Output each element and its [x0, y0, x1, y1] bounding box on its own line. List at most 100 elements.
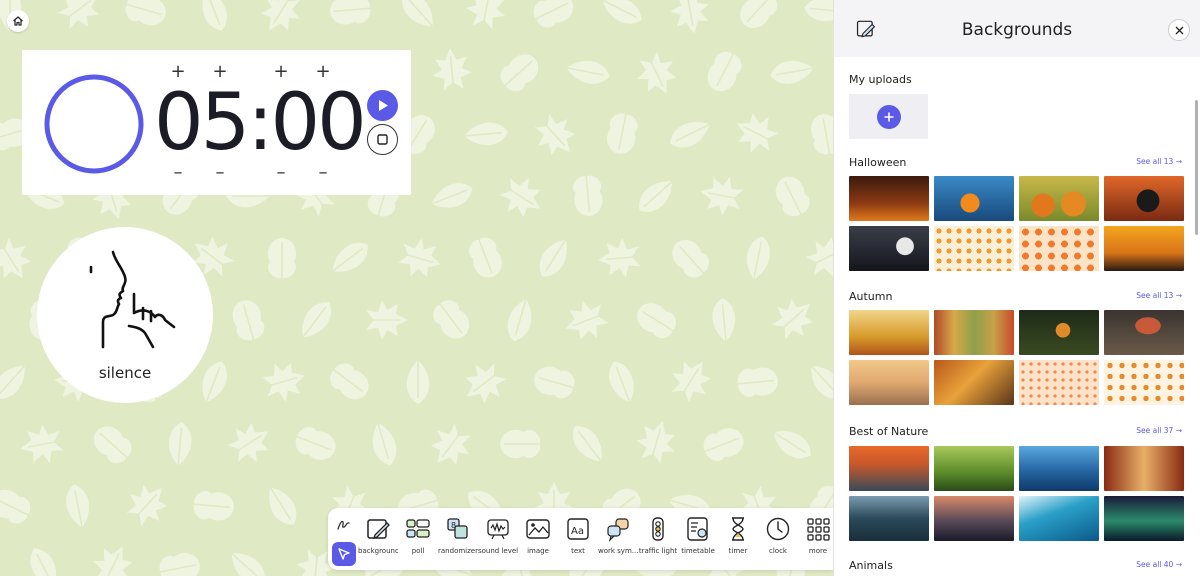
timer-display: 05:00: [154, 78, 367, 168]
select-tool-button[interactable]: [332, 542, 356, 566]
timer-seconds: 00: [270, 78, 367, 168]
timer-separator: :: [247, 78, 273, 168]
see-all-autumn-link[interactable]: See all 13 →: [1136, 291, 1182, 300]
toolbar-label: image: [527, 547, 549, 555]
toolbar-label: work sym...: [598, 547, 638, 555]
thumbnail-halloween-pumpkins-night[interactable]: [849, 176, 929, 221]
thumbnail-nature-fjord[interactable]: [849, 496, 929, 541]
minutes-tens-minus-button[interactable]: –: [170, 164, 186, 182]
toolbar-label: poll: [411, 547, 425, 555]
thumbnail-autumn-lake[interactable]: [849, 360, 929, 405]
thumbnail-halloween-pumpkin-pattern[interactable]: [934, 226, 1014, 271]
toolbar-label: randomizer: [438, 547, 478, 555]
thumbnail-autumn-leaf-dark[interactable]: [1019, 310, 1099, 355]
draw-button[interactable]: [332, 512, 356, 536]
thumbnail-autumn-umbrella-pattern[interactable]: [1104, 360, 1184, 405]
toolbar-traffic-light-button[interactable]: traffic light: [638, 516, 678, 555]
stop-icon: [377, 134, 388, 145]
toolbar-timer-button[interactable]: timer: [718, 516, 758, 555]
see-all-label: See all 37: [1136, 426, 1174, 435]
see-all-label: See all 13: [1136, 291, 1174, 300]
thumbnail-nature-wave[interactable]: [1019, 496, 1099, 541]
nature-grid: [849, 446, 1184, 541]
text-icon: Aa: [567, 518, 589, 540]
arrow-right-icon: →: [1175, 560, 1182, 569]
thumbnail-autumn-mushroom[interactable]: [1104, 310, 1184, 355]
thumbnail-halloween-witch[interactable]: [1104, 176, 1184, 221]
toolbar-sound-level-button[interactable]: sound level: [478, 516, 518, 555]
poll-icon: [406, 519, 430, 538]
upload-background-button[interactable]: [849, 94, 928, 139]
home-icon: [13, 16, 23, 26]
panel-scrollbar[interactable]: [1195, 100, 1198, 235]
toolbar-background-button[interactable]: background: [358, 516, 398, 555]
section-title-halloween: Halloween: [849, 156, 907, 169]
thumbnail-nature-blue-mountains[interactable]: [1019, 446, 1099, 491]
thumbnail-nature-mountain-sunset[interactable]: [849, 446, 929, 491]
toolbar-more-button[interactable]: more: [798, 516, 833, 555]
thumbnail-autumn-golden[interactable]: [849, 310, 929, 355]
thumbnail-nature-aurora[interactable]: [1104, 496, 1184, 541]
thumbnail-autumn-leaf-pattern[interactable]: [1019, 360, 1099, 405]
section-title-autumn: Autumn: [849, 290, 893, 303]
seconds-tens-minus-button[interactable]: –: [273, 164, 289, 182]
traffic-light-icon: [652, 517, 664, 541]
minutes-ones-minus-button[interactable]: –: [212, 164, 228, 182]
timer-progress-ring: [44, 74, 144, 174]
thumbnail-halloween-pumpkin-pattern-2[interactable]: [1019, 226, 1099, 271]
toolbar-text-button[interactable]: Aa text: [558, 516, 598, 555]
toolbar-clock-button[interactable]: clock: [758, 516, 798, 555]
toolbar-work-symbols-button[interactable]: work sym...: [598, 516, 638, 555]
see-all-animals-link[interactable]: See all 40 →: [1136, 560, 1182, 569]
see-all-nature-link[interactable]: See all 37 →: [1136, 426, 1182, 435]
seconds-ones-minus-button[interactable]: –: [315, 164, 331, 182]
autumn-grid: [849, 310, 1184, 405]
thumbnail-halloween-pumpkin-blue[interactable]: [934, 176, 1014, 221]
thumbnail-autumn-maple[interactable]: [934, 360, 1014, 405]
arrow-right-icon: →: [1175, 426, 1182, 435]
toolbar-label: text: [571, 547, 585, 555]
home-button[interactable]: [7, 10, 29, 32]
toolbar-timetable-button[interactable]: timetable: [678, 516, 718, 555]
toolbar-poll-button[interactable]: poll: [398, 516, 438, 555]
silence-label: silence: [98, 364, 152, 382]
arrow-right-icon: →: [1175, 291, 1182, 300]
timer-widget[interactable]: + + + + 05:00 – – – –: [22, 50, 411, 195]
toolbar-label: sound level: [478, 547, 518, 555]
stop-button[interactable]: [367, 124, 398, 155]
toolbar-randomizer-button[interactable]: 8 randomizer: [438, 516, 478, 555]
close-panel-button[interactable]: [1168, 19, 1190, 41]
svg-text:8: 8: [451, 521, 456, 530]
work-symbols-icon: [607, 518, 629, 542]
toolbar-label: timer: [728, 547, 748, 555]
see-all-halloween-link[interactable]: See all 13 →: [1136, 157, 1182, 166]
svg-text:Aa: Aa: [571, 526, 584, 537]
bottom-toolbar: background poll 8 randomizer sound level…: [328, 508, 833, 570]
thumbnail-nature-green-hills[interactable]: [934, 446, 1014, 491]
arrow-right-icon: →: [1175, 157, 1182, 166]
cursor-icon: [338, 548, 350, 560]
play-icon: [378, 100, 388, 111]
panel-title: Backgrounds: [961, 20, 1073, 40]
background-icon: [367, 519, 390, 540]
thumbnail-halloween-moon-bats[interactable]: [849, 226, 929, 271]
thumbnail-nature-volcano[interactable]: [934, 496, 1014, 541]
section-title-animals: Animals: [849, 559, 893, 572]
board-canvas[interactable]: + + + + 05:00 – – – – silence background…: [0, 0, 833, 576]
toolbar-label: traffic light: [638, 547, 678, 555]
play-button[interactable]: [367, 90, 398, 121]
toolbar-label: background: [358, 547, 398, 555]
thumbnail-autumn-leaves-row[interactable]: [934, 310, 1014, 355]
toolbar-label: more: [808, 547, 828, 555]
hourglass-icon: [732, 517, 744, 541]
thumbnail-nature-canyon[interactable]: [1104, 446, 1184, 491]
thumbnail-happy-halloween[interactable]: [1104, 226, 1184, 271]
image-icon: [526, 519, 550, 539]
panel-header: Backgrounds: [834, 0, 1200, 57]
backgrounds-panel: Backgrounds My uploads Halloween See all…: [833, 0, 1200, 576]
toolbar-image-button[interactable]: image: [518, 516, 558, 555]
thumbnail-halloween-pumpkins-field[interactable]: [1019, 176, 1099, 221]
silence-widget[interactable]: silence: [37, 227, 213, 403]
see-all-label: See all 40: [1136, 560, 1174, 569]
toolbar-label: clock: [769, 547, 787, 555]
